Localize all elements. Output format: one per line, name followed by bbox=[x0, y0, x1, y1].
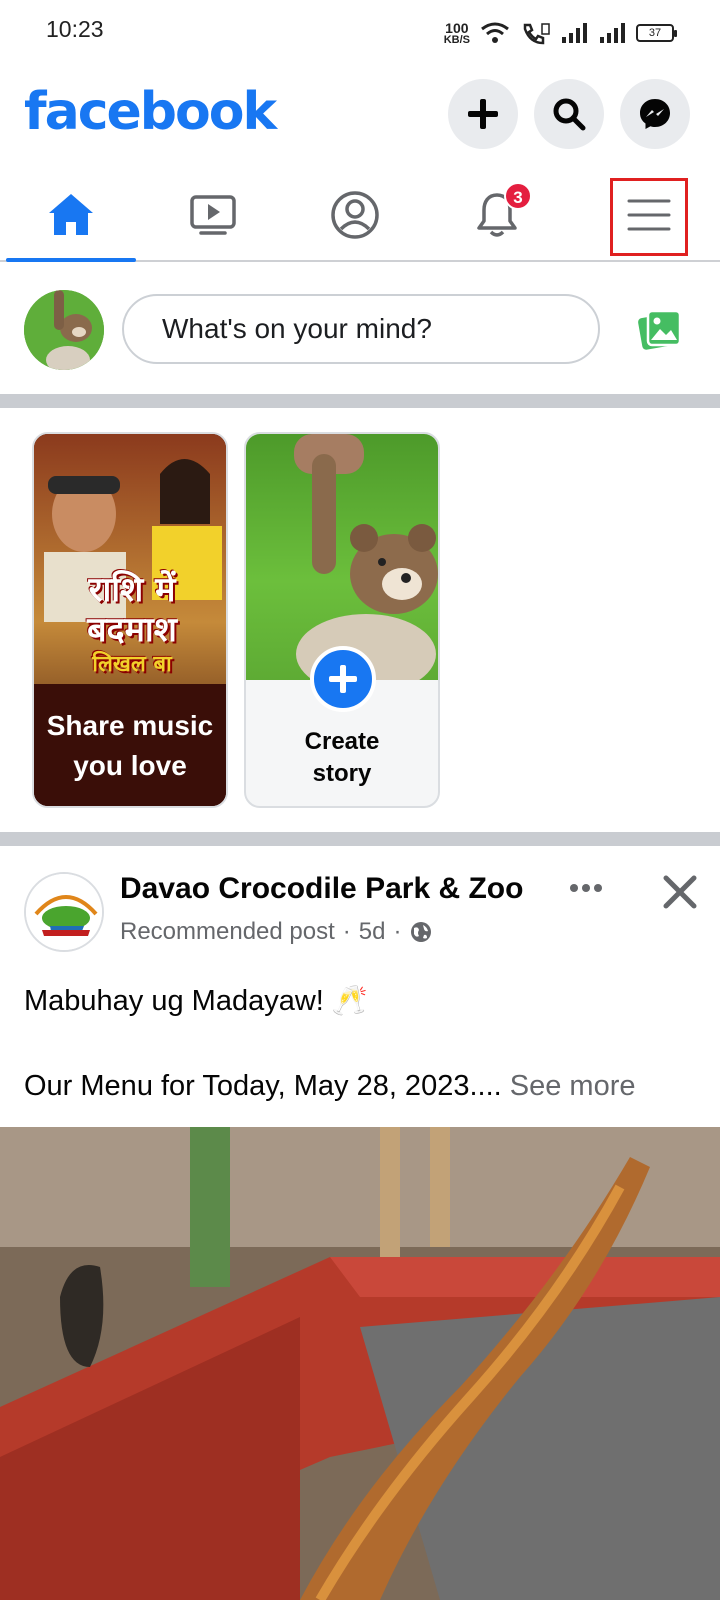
status-time: 10:23 bbox=[46, 16, 104, 42]
stories-tray: राशि में बदमाश लिखल बा Share music you l… bbox=[0, 408, 720, 832]
messenger-button[interactable] bbox=[620, 79, 690, 149]
post-age[interactable]: 5d bbox=[359, 918, 386, 946]
tab-profile[interactable] bbox=[290, 170, 420, 260]
create-story-card[interactable]: Create story bbox=[244, 432, 440, 808]
volte-call-icon bbox=[523, 23, 550, 45]
messenger-icon bbox=[640, 99, 670, 129]
hide-post-button[interactable] bbox=[660, 872, 700, 912]
close-icon bbox=[663, 875, 697, 909]
teddy-bear-image bbox=[294, 434, 438, 680]
post-author-name[interactable]: Davao Crocodile Park & Zoo bbox=[120, 872, 523, 906]
story-label: Share music you love bbox=[46, 710, 214, 781]
create-button[interactable] bbox=[448, 79, 518, 149]
facebook-logo[interactable]: facebook bbox=[24, 82, 277, 142]
music-story-overlay-text: राशि में बदमाश लिखल बा bbox=[87, 570, 177, 677]
network-speed: 100 KB/S bbox=[443, 19, 470, 46]
status-icons: 100 KB/S 37 bbox=[443, 18, 677, 48]
search-icon bbox=[553, 98, 586, 131]
roasted-crocodile-photo bbox=[0, 1127, 720, 1600]
meta-separator: · bbox=[393, 918, 402, 945]
status-bar: 10:23 100 KB/S 37 bbox=[0, 0, 720, 64]
post-meta: Recommended post · 5d · bbox=[120, 918, 433, 946]
signal-icon bbox=[562, 23, 587, 43]
post-header: Davao Crocodile Park & Zoo Recommended p… bbox=[0, 846, 720, 956]
home-icon bbox=[49, 194, 93, 235]
post-recommended-label: Recommended post bbox=[120, 918, 335, 945]
post-text-continued: Our Menu for Today, May 28, 2023.... See… bbox=[24, 1070, 636, 1102]
crocodile-park-logo-icon bbox=[26, 874, 102, 950]
whats-on-your-mind-input[interactable]: What's on your mind? bbox=[122, 294, 600, 364]
signal-icon-2 bbox=[600, 23, 625, 43]
more-horizontal-icon bbox=[570, 884, 602, 892]
create-story-image bbox=[246, 434, 438, 680]
battery-icon: 37 bbox=[636, 24, 677, 42]
notification-badge: 3 bbox=[504, 182, 532, 210]
profile-icon bbox=[331, 191, 379, 239]
see-more-link[interactable]: See more bbox=[510, 1070, 636, 1102]
plus-icon bbox=[468, 99, 498, 129]
section-divider bbox=[0, 394, 720, 408]
avatar[interactable] bbox=[24, 290, 104, 370]
tab-watch[interactable] bbox=[148, 170, 278, 260]
post-composer: What's on your mind? bbox=[0, 264, 720, 394]
story-share-music[interactable]: राशि में बदमाश लिखल बा Share music you l… bbox=[32, 432, 228, 808]
app-header: facebook bbox=[0, 64, 720, 164]
post-avatar[interactable] bbox=[24, 872, 104, 952]
post-text: Mabuhay ug Madayaw! 🥂 bbox=[24, 985, 369, 1017]
menu-highlight-box bbox=[610, 178, 688, 256]
section-divider bbox=[0, 832, 720, 846]
video-icon bbox=[190, 195, 236, 235]
globe-icon bbox=[411, 922, 432, 942]
teddy-avatar-image bbox=[24, 290, 104, 370]
plus-icon bbox=[329, 665, 357, 693]
post-more-options-button[interactable] bbox=[566, 868, 606, 908]
create-story-plus-button[interactable] bbox=[310, 646, 376, 712]
tab-notifications[interactable]: 3 bbox=[432, 170, 562, 260]
photo-button[interactable] bbox=[636, 304, 686, 354]
meta-separator: · bbox=[342, 918, 351, 945]
photo-icon bbox=[638, 309, 682, 350]
post-image[interactable] bbox=[0, 1127, 720, 1600]
tab-home[interactable] bbox=[6, 170, 136, 262]
create-story-label: Create story bbox=[304, 728, 380, 787]
search-button[interactable] bbox=[534, 79, 604, 149]
wifi-icon bbox=[481, 22, 509, 43]
